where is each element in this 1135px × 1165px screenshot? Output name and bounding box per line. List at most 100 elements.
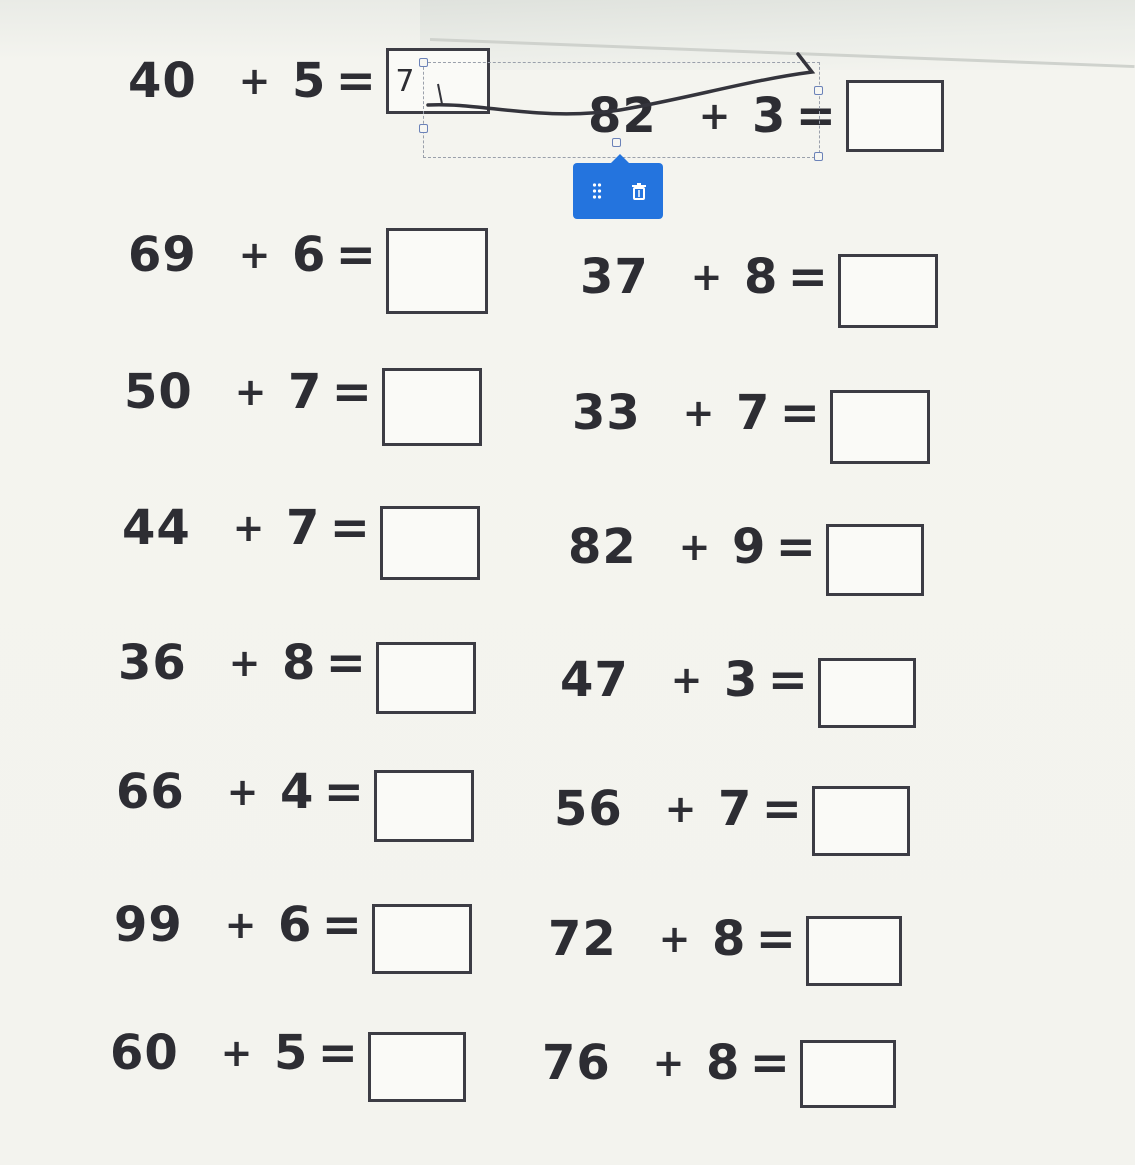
answer-box[interactable] [382,368,483,446]
addend-a: 40 [128,53,197,109]
equals-sign: = [321,897,364,953]
equation-right: 33 + 7 = [572,362,931,464]
plus-sign: + [232,506,266,550]
addend-b: 5 [292,53,327,109]
plus-sign: + [238,59,272,103]
equation-right: 72 + 8 = [548,892,903,986]
answer-box[interactable] [386,228,489,314]
addend-a: 33 [572,385,641,441]
equation-left: 50 + 7 = [124,338,483,446]
plus-sign: + [226,770,260,814]
resize-handle[interactable] [612,138,621,147]
equals-sign: = [335,227,378,283]
addend-a: 76 [542,1035,611,1091]
plus-sign: + [664,787,698,831]
plus-sign: + [228,641,262,685]
resize-handle[interactable] [419,124,428,133]
answer-box[interactable] [800,1040,897,1108]
equation-right: 82 + 9 = [568,498,925,596]
addend-b: 7 [718,781,753,837]
equals-sign: = [787,249,830,305]
addend-b: 7 [288,364,323,420]
plus-sign: + [652,1041,686,1085]
equation-right: 47 + 3 = [560,632,917,728]
equals-sign: = [755,911,798,967]
equation-right: 56 + 7 = [554,762,911,856]
equation-left: 36 + 8 = [118,612,477,714]
equals-sign: = [325,635,368,691]
equals-sign: = [767,652,810,708]
plus-sign: + [658,917,692,961]
answer-box[interactable] [806,916,903,986]
addend-b: 8 [712,911,747,967]
page-top-edge [420,0,1135,70]
selected-block-frame[interactable] [423,62,820,158]
answer-box[interactable] [830,390,931,464]
resize-handle[interactable] [419,58,428,67]
equation-right: 37 + 8 = [580,226,939,328]
answer-box[interactable] [818,658,917,728]
addend-a: 66 [116,764,185,820]
addend-b: 4 [280,764,315,820]
addend-a: 37 [580,249,649,305]
addend-a: 44 [122,500,191,556]
addend-b: 6 [278,897,313,953]
equals-sign: = [761,781,804,837]
addend-a: 56 [554,781,623,837]
addend-b: 8 [744,249,779,305]
resize-handle[interactable] [814,152,823,161]
resize-handle[interactable] [814,86,823,95]
plus-sign: + [690,255,724,299]
equation-left: 60 + 5 = [110,1004,467,1102]
equals-sign: = [323,764,366,820]
equals-sign: = [779,385,822,441]
addend-b: 7 [736,385,771,441]
addend-a: 60 [110,1025,179,1081]
addend-b: 7 [286,500,321,556]
addend-a: 50 [124,364,193,420]
equals-sign: = [331,364,374,420]
equals-sign: = [329,500,372,556]
answer-box[interactable] [374,770,475,842]
plus-sign: + [682,391,716,435]
addend-b: 5 [274,1025,309,1081]
equation-left: 66 + 4 = [116,742,475,842]
addend-b: 3 [724,652,759,708]
plus-sign: + [238,233,272,277]
addend-a: 47 [560,652,629,708]
plus-sign: + [234,370,268,414]
answer-box[interactable] [826,524,925,596]
answer-box[interactable] [372,904,473,974]
plus-sign: + [220,1031,254,1075]
answer-box[interactable] [846,80,945,152]
equation-left: 44 + 7 = [122,476,481,580]
addend-b: 6 [292,227,327,283]
addend-a: 36 [118,635,187,691]
addend-b: 8 [282,635,317,691]
trash-icon[interactable] [627,176,651,206]
addend-b: 8 [706,1035,741,1091]
addend-a: 72 [548,911,617,967]
equals-sign: = [335,53,378,109]
plus-sign: + [678,525,712,569]
plus-sign: + [224,903,258,947]
equation-right: 76 + 8 = [542,1018,897,1108]
answer-box[interactable] [838,254,939,328]
answer-box[interactable] [380,506,481,580]
plus-sign: + [670,658,704,702]
worksheet-page: 40 + 5 = 82 + 3 = [0,0,1135,1165]
addend-a: 99 [114,897,183,953]
addend-a: 82 [568,519,637,575]
drag-handle-icon[interactable] [585,176,609,206]
equation-left: 99 + 6 = [114,876,473,974]
addend-a: 69 [128,227,197,283]
equals-sign: = [775,519,818,575]
equals-sign: = [749,1035,792,1091]
answer-box[interactable] [368,1032,467,1102]
answer-box[interactable] [812,786,911,856]
block-toolbar [573,154,663,219]
addend-b: 9 [732,519,767,575]
equation-left: 69 + 6 = [128,196,489,314]
equals-sign: = [317,1025,360,1081]
answer-box[interactable] [376,642,477,714]
